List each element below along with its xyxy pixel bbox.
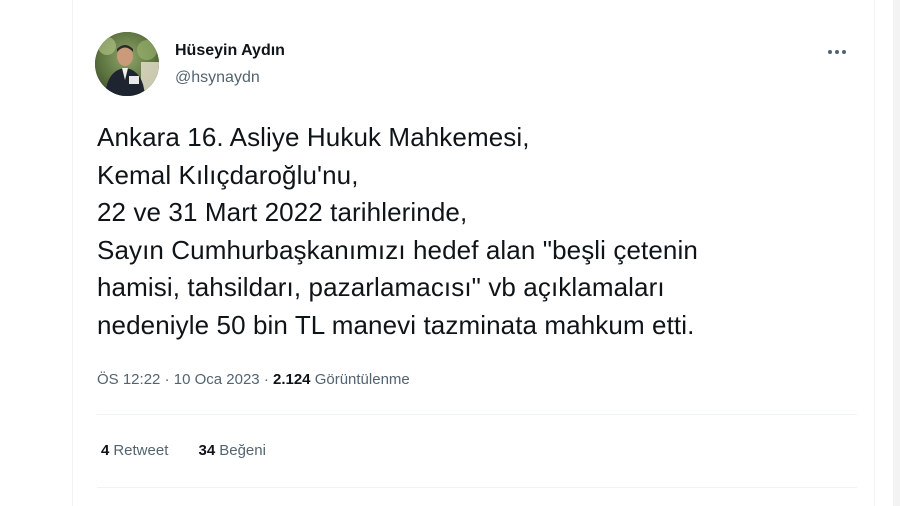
more-horizontal-icon (828, 50, 846, 54)
tweet-text: Ankara 16. Asliye Hukuk Mahkemesi, Kemal… (97, 119, 857, 344)
likes-stat[interactable]: 34 Beğeni (199, 442, 266, 459)
user-handle[interactable]: @hsynaydn (175, 69, 260, 87)
likes-label: Beğeni (219, 442, 266, 459)
more-options-button[interactable] (823, 38, 851, 66)
tweet-text-line: Kemal Kılıçdaroğlu'nu, (97, 159, 359, 190)
tweet-card: Hüseyin Aydın @hsynaydn Ankara 16. Asliy… (72, 0, 875, 506)
tweet-header: Hüseyin Aydın @hsynaydn (95, 32, 855, 98)
scrollbar-track[interactable] (893, 0, 900, 506)
user-name[interactable]: Hüseyin Aydın (175, 42, 285, 60)
retweets-stat[interactable]: 4 Retweet (101, 442, 168, 459)
tweet-text-line: hamisi, tahsildarı, pazarlamacısı" vb aç… (97, 272, 665, 302)
retweets-count: 4 (101, 442, 110, 459)
tweet-stats: 4 Retweet 34 Beğeni (101, 442, 292, 459)
meta-separator: · (164, 371, 174, 388)
tweet-text-line: 22 ve 31 Mart 2022 tarihlerinde, (97, 197, 468, 227)
tweet-meta: ÖS 12:22 · 10 Oca 2023 · 2.124 Görüntüle… (97, 371, 410, 388)
tweet-text-line: Ankara 16. Asliye Hukuk Mahkemesi, (97, 122, 530, 152)
tweet-time[interactable]: ÖS 12:22 (97, 371, 160, 388)
meta-separator: · (263, 371, 273, 388)
divider (97, 487, 857, 488)
retweets-label: Retweet (113, 442, 169, 459)
likes-count: 34 (198, 442, 216, 459)
views-label: Görüntülenme (314, 371, 410, 388)
avatar[interactable] (95, 32, 159, 96)
views-count: 2.124 (272, 371, 315, 388)
tweet-date[interactable]: 10 Oca 2023 (174, 371, 260, 388)
tweet-text-line: Sayın Cumhurbaşkanımızı hedef alan "beşl… (97, 234, 698, 265)
divider (97, 414, 857, 415)
avatar-photo (95, 32, 159, 96)
page: Hüseyin Aydın @hsynaydn Ankara 16. Asliy… (0, 0, 900, 506)
tweet-text-line: nedeniyle 50 bin TL manevi tazminata mah… (97, 309, 695, 340)
